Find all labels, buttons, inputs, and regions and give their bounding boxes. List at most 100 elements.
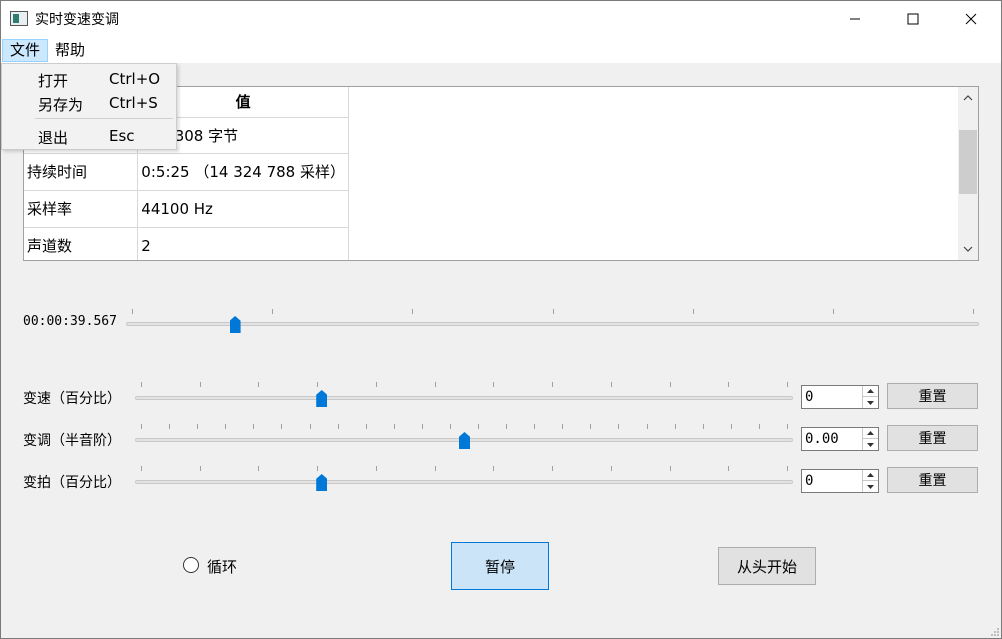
slider-tick	[199, 466, 201, 471]
slider-groove	[135, 480, 793, 484]
table-scrollbar[interactable]	[958, 87, 978, 260]
triangle-down-icon	[867, 484, 874, 489]
minimize-button[interactable]	[826, 0, 884, 38]
speed-reset-button[interactable]: 重置	[887, 383, 978, 409]
slider-tick	[787, 424, 788, 429]
spin-buttons	[862, 470, 878, 492]
spin-down-button[interactable]	[863, 397, 878, 408]
table-cell-name: 声道数	[24, 227, 139, 260]
tempo-reset-button[interactable]: 重置	[887, 467, 978, 493]
triangle-down-icon	[867, 442, 874, 447]
spin-down-button[interactable]	[863, 439, 878, 450]
triangle-up-icon	[867, 473, 874, 477]
loop-label[interactable]: 循环	[207, 556, 237, 577]
slider-tick	[281, 424, 283, 429]
speed-slider[interactable]	[135, 382, 793, 410]
scroll-up-button[interactable]	[958, 89, 978, 107]
window-title: 实时变速变调	[35, 12, 119, 28]
tempo-slider[interactable]	[135, 466, 793, 494]
title-bar[interactable]: 实时变速变调	[0, 0, 1002, 38]
slider-handle[interactable]	[316, 474, 328, 491]
menu-item-save-as[interactable]: 另存为 Ctrl+S	[2, 91, 176, 115]
speed-spinbox[interactable]: 0	[801, 385, 879, 409]
slider-tick	[317, 466, 319, 471]
pitch-reset-button[interactable]: 重置	[887, 425, 978, 451]
speed-value: 0	[805, 389, 814, 405]
slider-tick	[478, 424, 480, 429]
spin-up-button[interactable]	[863, 470, 878, 481]
spin-up-button[interactable]	[863, 428, 878, 439]
slider-tick	[552, 466, 554, 471]
slider-tick	[225, 424, 227, 429]
tempo-spinbox[interactable]: 0	[801, 469, 879, 493]
slider-tick	[337, 424, 339, 429]
app-icon	[10, 11, 28, 26]
slider-tick	[393, 424, 395, 429]
chevron-down-icon	[963, 246, 973, 252]
menu-item-exit[interactable]: 退出 Esc	[2, 124, 176, 148]
chevron-up-icon	[963, 95, 973, 101]
slider-tick	[197, 424, 199, 429]
slider-tick	[141, 424, 142, 429]
slider-tick	[832, 309, 834, 314]
slider-tick	[253, 424, 255, 429]
loop-radio[interactable]	[183, 557, 199, 573]
spin-buttons	[862, 386, 878, 408]
pitch-slider[interactable]	[135, 424, 793, 452]
maximize-icon	[907, 13, 919, 25]
menu-item-label: 退出	[38, 129, 69, 147]
slider-tick	[506, 424, 508, 429]
slider-tick	[787, 466, 788, 471]
slider-tick	[272, 309, 274, 314]
maximize-button[interactable]	[884, 0, 942, 38]
time-position-label: 00:00:39.567	[23, 314, 117, 329]
slider-tick	[669, 382, 671, 387]
triangle-up-icon	[867, 389, 874, 393]
slider-tick	[646, 424, 648, 429]
slider-tick	[199, 382, 201, 387]
triangle-up-icon	[867, 431, 874, 435]
table-row[interactable]: 持续时间 0:5:25 （14 324 788 采样）	[24, 153, 349, 191]
slider-tick	[317, 382, 319, 387]
table-row[interactable]: 声道数 2	[24, 227, 349, 260]
slider-tick	[610, 466, 612, 471]
slider-tick	[258, 382, 260, 387]
table-cell-value: 44100 Hz	[137, 190, 349, 228]
table-row[interactable]: 采样率 44100 Hz	[24, 190, 349, 228]
scroll-thumb[interactable]	[959, 130, 977, 194]
slider-tick	[787, 382, 788, 387]
close-icon	[965, 13, 977, 25]
table-cell-value: 2	[137, 227, 349, 260]
slider-groove	[126, 322, 979, 326]
slider-tick	[610, 382, 612, 387]
restart-button[interactable]: 从头开始	[718, 547, 816, 585]
tempo-label: 变拍（百分比）	[23, 475, 121, 491]
slider-tick	[552, 309, 554, 314]
tempo-value: 0	[805, 473, 814, 489]
position-slider[interactable]	[126, 309, 979, 336]
slider-handle[interactable]	[316, 390, 328, 407]
minimize-icon	[850, 18, 860, 20]
pitch-spinbox[interactable]: 0.00	[801, 427, 879, 451]
spin-down-button[interactable]	[863, 481, 878, 492]
triangle-down-icon	[867, 400, 874, 405]
scroll-down-button[interactable]	[958, 240, 978, 258]
slider-handle[interactable]	[229, 316, 241, 333]
menu-help[interactable]: 帮助	[48, 39, 92, 62]
slider-tick	[434, 382, 436, 387]
menu-item-open[interactable]: 打开 Ctrl+O	[2, 67, 176, 91]
slider-tick	[552, 382, 554, 387]
slider-tick	[258, 466, 260, 471]
pitch-label: 变调（半音阶）	[23, 433, 121, 449]
slider-handle[interactable]	[459, 432, 470, 449]
pause-button[interactable]: 暂停	[451, 542, 549, 590]
slider-tick	[758, 424, 760, 429]
resize-grip-icon[interactable]	[990, 627, 1000, 637]
slider-tick	[493, 466, 495, 471]
menu-separator	[35, 118, 173, 119]
spin-up-button[interactable]	[863, 386, 878, 397]
slider-tick	[141, 382, 142, 387]
close-button[interactable]	[942, 0, 1000, 38]
spin-buttons	[862, 428, 878, 450]
menu-file[interactable]: 文件	[2, 39, 49, 62]
